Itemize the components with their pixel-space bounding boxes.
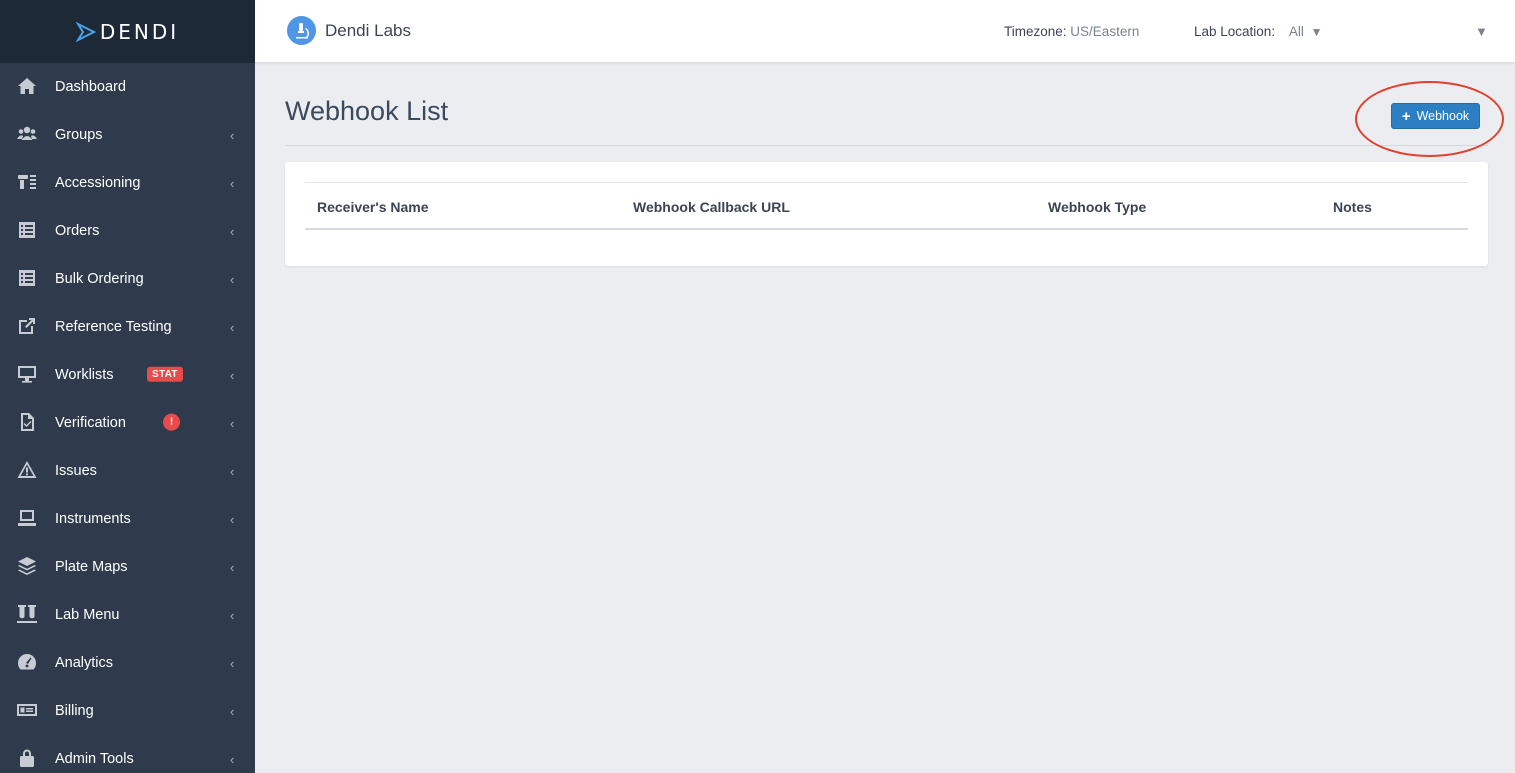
dendi-logo-icon	[75, 21, 97, 42]
sidebar-item-label: Analytics	[55, 655, 114, 671]
sidebar-item-dashboard[interactable]: Dashboard	[0, 63, 255, 111]
home-icon	[16, 76, 38, 96]
warning-icon	[16, 460, 38, 480]
list-icon	[16, 268, 38, 288]
sidebar-item-orders[interactable]: Orders ‹	[0, 207, 255, 255]
test-tubes-icon	[16, 604, 38, 624]
column-header-webhook-type[interactable]: Webhook Type	[1048, 199, 1146, 215]
lab-brand[interactable]: Dendi Labs	[287, 16, 411, 45]
chevron-left-icon: ‹	[230, 223, 235, 239]
microscope-icon	[287, 16, 316, 45]
add-webhook-label: Webhook	[1416, 109, 1470, 123]
list-icon	[16, 220, 38, 240]
sidebar-item-label: Reference Testing	[55, 319, 172, 335]
sidebar-item-groups[interactable]: Groups ‹	[0, 111, 255, 159]
page-title: Webhook List	[285, 96, 449, 126]
gauge-icon	[16, 652, 38, 672]
sidebar-item-label: Verification	[55, 415, 126, 431]
chevron-left-icon: ‹	[230, 175, 235, 191]
file-check-icon	[16, 412, 38, 432]
logo-bar: DENDI	[0, 0, 255, 63]
sidebar-item-label: Lab Menu	[55, 607, 120, 623]
chevron-left-icon: ‹	[230, 655, 235, 671]
sidebar-item-analytics[interactable]: Analytics ‹	[0, 639, 255, 687]
chevron-left-icon: ‹	[230, 511, 235, 527]
chevron-left-icon: ‹	[230, 607, 235, 623]
stat-badge: STAT	[147, 366, 183, 382]
plus-icon: +	[1401, 107, 1411, 125]
lab-location-value: All	[1288, 24, 1304, 39]
alert-badge: !	[163, 413, 180, 431]
sidebar-item-label: Bulk Ordering	[55, 271, 144, 287]
webhook-table-card: Receiver's Name Webhook Callback URL Web…	[285, 162, 1488, 266]
chevron-left-icon: ‹	[230, 415, 235, 431]
sidebar-item-label: Billing	[55, 703, 94, 719]
lab-location-select[interactable]: Lab Location: All ▼	[1194, 24, 1323, 39]
chevron-left-icon: ‹	[230, 751, 235, 767]
lock-icon	[16, 748, 38, 768]
laptop-icon	[16, 508, 38, 528]
chevron-left-icon: ‹	[230, 367, 235, 383]
sidebar-item-admin-tools[interactable]: Admin Tools ‹	[0, 735, 255, 773]
sidebar-item-label: Admin Tools	[55, 751, 134, 767]
chevron-left-icon: ‹	[230, 319, 235, 335]
sidebar-item-accessioning[interactable]: Accessioning ‹	[0, 159, 255, 207]
sidebar-item-label: Issues	[55, 463, 97, 479]
chevron-left-icon: ‹	[230, 127, 235, 143]
desktop-icon	[16, 364, 38, 384]
money-icon	[16, 700, 38, 720]
sidebar-item-plate-maps[interactable]: Plate Maps ‹	[0, 543, 255, 591]
user-menu-toggle[interactable]: ▼	[1475, 24, 1488, 39]
chevron-left-icon: ‹	[230, 463, 235, 479]
sidebar-item-label: Instruments	[55, 511, 131, 527]
sidebar-item-reference-testing[interactable]: Reference Testing ‹	[0, 303, 255, 351]
logo-text: DENDI	[99, 19, 180, 44]
sidebar-item-billing[interactable]: Billing ‹	[0, 687, 255, 735]
sidebar-item-issues[interactable]: Issues ‹	[0, 447, 255, 495]
lab-location-label: Lab Location:	[1194, 24, 1276, 39]
users-icon	[16, 124, 38, 144]
caret-down-icon: ▼	[1310, 25, 1323, 39]
webhook-table: Receiver's Name Webhook Callback URL Web…	[305, 182, 1468, 230]
sidebar-item-label: Groups	[55, 127, 103, 143]
sidebar: DENDI Dashboard Groups ‹ Accessioning ‹	[0, 0, 255, 773]
sidebar-item-lab-menu[interactable]: Lab Menu ‹	[0, 591, 255, 639]
chevron-left-icon: ‹	[230, 559, 235, 575]
timezone-label: Timezone:	[1004, 24, 1067, 39]
sidebar-item-bulk-ordering[interactable]: Bulk Ordering ‹	[0, 255, 255, 303]
column-header-callback-url[interactable]: Webhook Callback URL	[633, 199, 790, 215]
title-divider	[285, 145, 1488, 146]
sidebar-item-label: Worklists	[55, 367, 114, 383]
external-link-icon	[16, 316, 38, 336]
accessioning-icon	[16, 172, 38, 192]
sidebar-item-verification[interactable]: Verification ! ‹	[0, 399, 255, 447]
top-header: Dendi Labs Timezone: US/Eastern Lab Loca…	[255, 0, 1515, 63]
timezone-display: Timezone: US/Eastern	[1004, 24, 1139, 39]
sidebar-item-instruments[interactable]: Instruments ‹	[0, 495, 255, 543]
add-webhook-button[interactable]: + Webhook	[1391, 103, 1480, 129]
sidebar-item-label: Accessioning	[55, 175, 141, 191]
sidebar-item-label: Dashboard	[55, 79, 126, 95]
dendi-logo[interactable]: DENDI	[75, 19, 180, 44]
sidebar-item-label: Orders	[55, 223, 100, 239]
column-header-notes[interactable]: Notes	[1333, 199, 1372, 215]
sidebar-nav: Dashboard Groups ‹ Accessioning ‹ Orders…	[0, 63, 255, 773]
sidebar-item-label: Plate Maps	[55, 559, 128, 575]
chevron-left-icon: ‹	[230, 703, 235, 719]
column-header-receiver-name[interactable]: Receiver's Name	[317, 199, 429, 215]
sidebar-item-worklists[interactable]: Worklists STAT ‹	[0, 351, 255, 399]
layers-icon	[16, 556, 38, 576]
timezone-value: US/Eastern	[1070, 24, 1140, 39]
chevron-left-icon: ‹	[230, 271, 235, 287]
lab-name: Dendi Labs	[325, 20, 412, 40]
